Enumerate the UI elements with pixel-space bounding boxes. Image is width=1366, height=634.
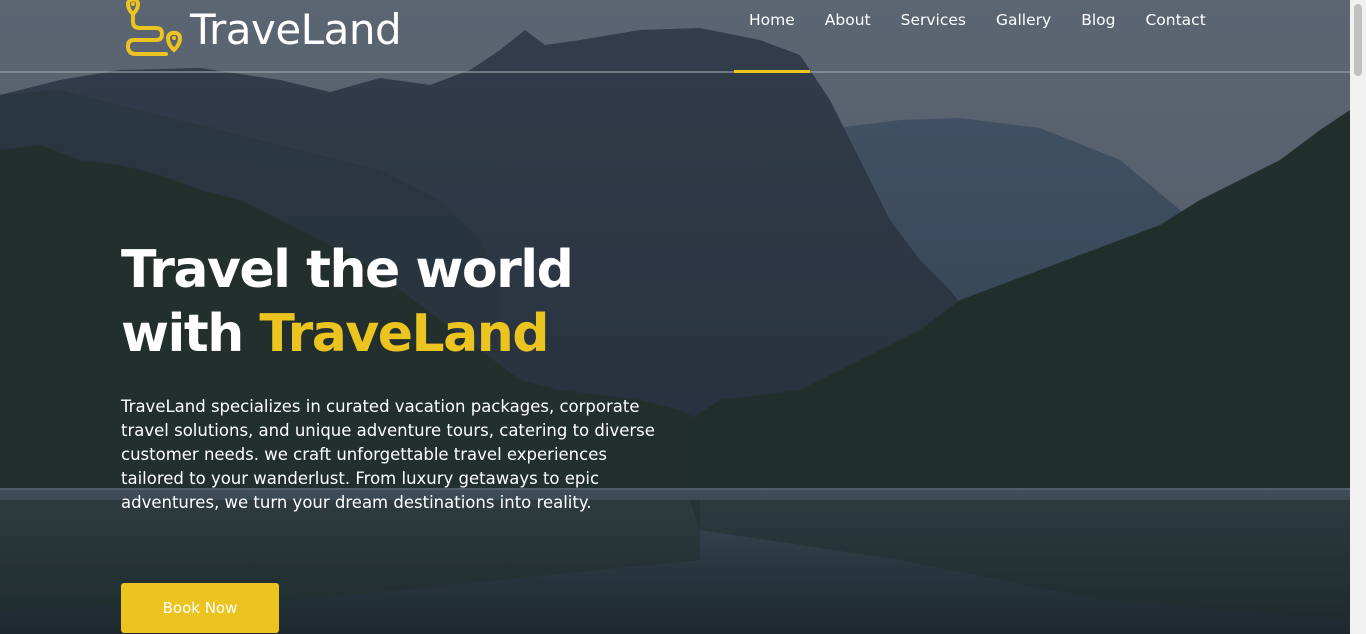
hero-headline: Travel the world with TraveLand bbox=[121, 238, 574, 366]
scrollbar-thumb[interactable] bbox=[1354, 4, 1362, 76]
hero-description: TraveLand specializes in curated vacatio… bbox=[121, 397, 655, 512]
site-header: TraveLand Home About Services Gallery Bl… bbox=[0, 0, 1350, 73]
headline-accent: TraveLand bbox=[259, 304, 549, 364]
book-now-button[interactable]: Book Now bbox=[121, 583, 279, 633]
nav-item-about[interactable]: About bbox=[810, 0, 886, 55]
nav-item-gallery[interactable]: Gallery bbox=[981, 0, 1066, 55]
nav-item-blog[interactable]: Blog bbox=[1066, 0, 1130, 55]
headline-prefix: with bbox=[121, 304, 260, 364]
route-pin-logo-icon bbox=[125, 0, 183, 56]
main-nav: Home About Services Gallery Blog Contact bbox=[734, 0, 1221, 73]
hero-section: TraveLand Home About Services Gallery Bl… bbox=[0, 0, 1350, 634]
logo[interactable]: TraveLand bbox=[118, 0, 402, 62]
nav-item-contact[interactable]: Contact bbox=[1130, 0, 1220, 55]
brand-name: TraveLand bbox=[190, 5, 402, 54]
nav-item-home[interactable]: Home bbox=[734, 0, 810, 73]
headline-line-1: Travel the world bbox=[121, 240, 574, 300]
nav-item-services[interactable]: Services bbox=[886, 0, 981, 55]
page-scrollbar[interactable] bbox=[1350, 0, 1366, 634]
